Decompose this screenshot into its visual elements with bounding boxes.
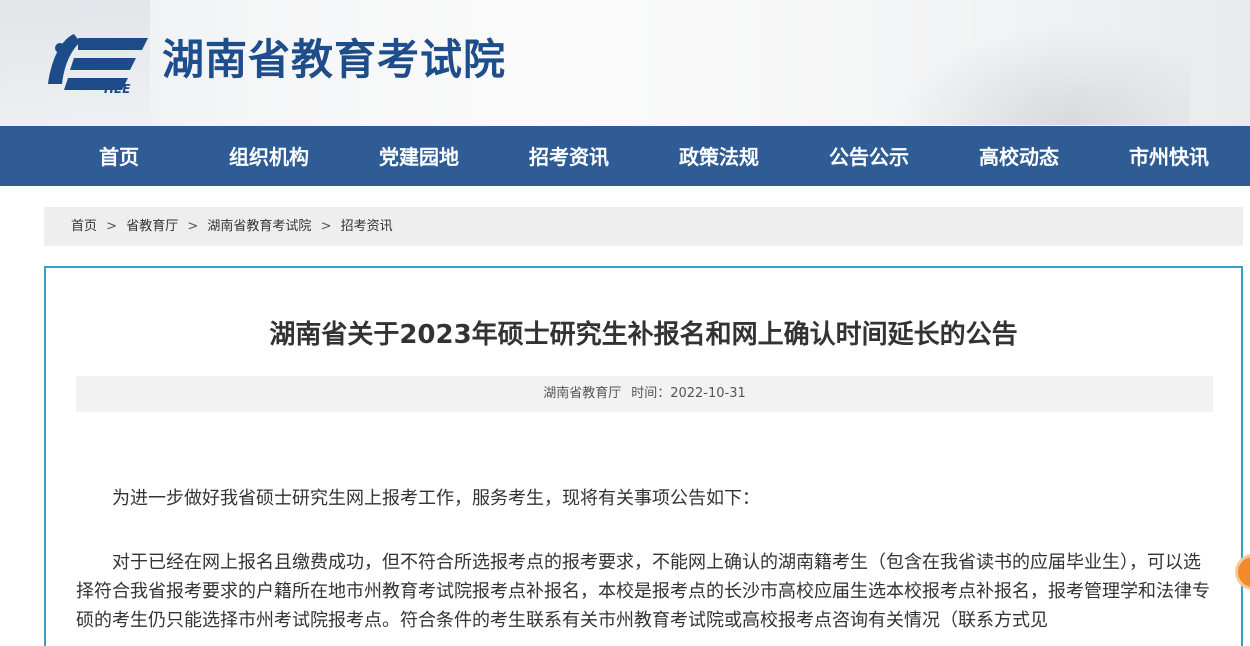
nav-item-policy[interactable]: 政策法规: [644, 126, 794, 186]
nav-item-home[interactable]: 首页: [44, 126, 194, 186]
breadcrumb-admissions-news[interactable]: 招考资讯: [341, 219, 393, 234]
breadcrumb-home[interactable]: 首页: [71, 219, 97, 234]
nav-item-admissions[interactable]: 招考资讯: [494, 126, 644, 186]
header-landscape-decoration: [890, 25, 1190, 125]
nav-item-organization[interactable]: 组织机构: [194, 126, 344, 186]
main-nav: 首页 组织机构 党建园地 招考资讯 政策法规 公告公示 高校动态 市州快讯: [0, 126, 1250, 186]
nav-item-party[interactable]: 党建园地: [344, 126, 494, 186]
article-panel: 湖南省关于2023年硕士研究生补报名和网上确认时间延长的公告 湖南省教育厅 时间：…: [44, 266, 1243, 646]
article-date: 时间：2022-10-31: [631, 386, 746, 401]
breadcrumb-separator: >: [320, 219, 332, 234]
article-meta: 湖南省教育厅 时间：2022-10-31: [76, 376, 1213, 412]
breadcrumb-trail: 首页 > 省教育厅 > 湖南省教育考试院 > 招考资讯: [71, 207, 393, 246]
breadcrumb-education-dept[interactable]: 省教育厅: [126, 219, 178, 234]
breadcrumb-exam-institute[interactable]: 湖南省教育考试院: [207, 219, 311, 234]
article-paragraph: 对于已经在网上报名且缴费成功，但不符合所选报考点的报考要求，不能网上确认的湖南籍…: [76, 552, 1210, 631]
hee-logo-icon[interactable]: [44, 24, 152, 98]
site-title[interactable]: 湖南省教育考试院: [162, 32, 506, 88]
nav-item-city-news[interactable]: 市州快讯: [1094, 126, 1244, 186]
site-header: HEE 湖南省教育考试院: [0, 0, 1250, 126]
nav-item-universities[interactable]: 高校动态: [944, 126, 1094, 186]
breadcrumb-separator: >: [187, 219, 199, 234]
breadcrumb-separator: >: [106, 219, 118, 234]
logo-caption: HEE: [104, 82, 131, 96]
article-paragraph: 为进一步做好我省硕士研究生网上报考工作，服务考生，现将有关事项公告如下：: [112, 488, 760, 509]
article-title: 湖南省关于2023年硕士研究生补报名和网上确认时间延长的公告: [269, 320, 1018, 350]
breadcrumb: 首页 > 省教育厅 > 湖南省教育考试院 > 招考资讯: [44, 207, 1243, 246]
article-source: 湖南省教育厅: [543, 386, 622, 401]
nav-item-announcements[interactable]: 公告公示: [794, 126, 944, 186]
